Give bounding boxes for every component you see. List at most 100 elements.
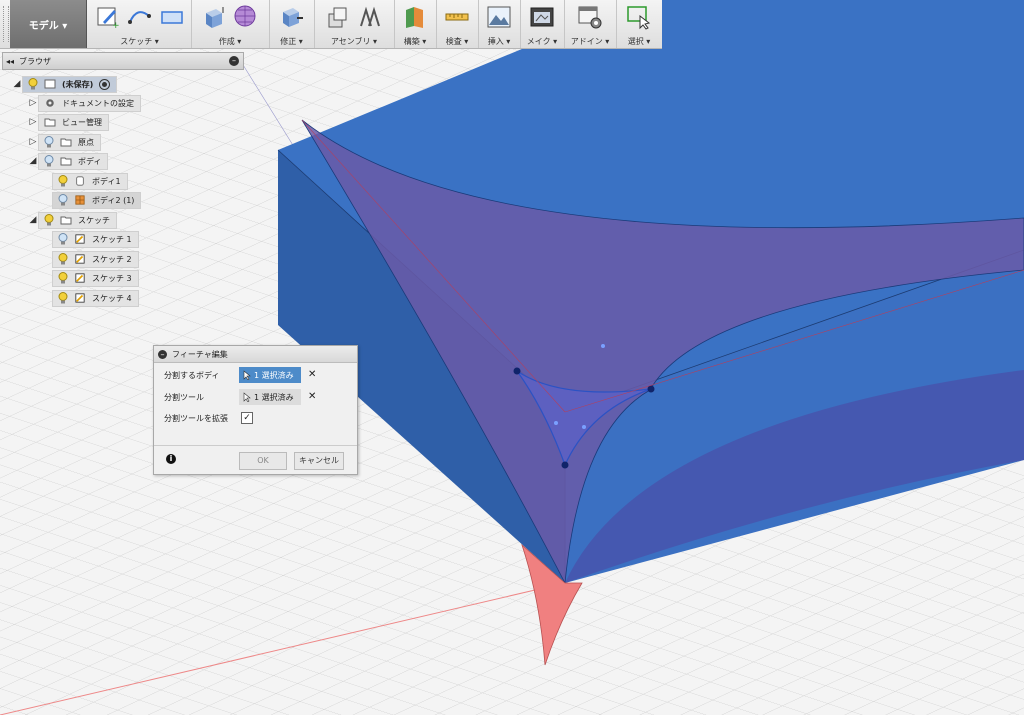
- visibility-bulb-icon[interactable]: [58, 233, 68, 245]
- browser-item-sketch2[interactable]: スケッチ 2: [52, 250, 139, 268]
- insert-menu[interactable]: 挿入 ▾: [478, 0, 521, 48]
- visibility-bulb-icon[interactable]: [58, 194, 68, 206]
- visibility-bulb-icon[interactable]: [58, 253, 68, 265]
- browser-item-label: スケッチ: [78, 215, 110, 225]
- browser-item-body1[interactable]: ボディ1: [52, 172, 128, 190]
- browser-item-label: ビュー管理: [62, 117, 102, 127]
- assemble-menu[interactable]: アセンブリ ▾: [314, 0, 395, 48]
- visibility-bulb-icon[interactable]: [44, 136, 54, 148]
- info-icon[interactable]: i: [166, 454, 176, 464]
- browser-item-bodies[interactable]: ◢ ボディ: [28, 152, 109, 170]
- toolbar-grip[interactable]: [3, 6, 9, 42]
- extrude-box-icon[interactable]: [201, 4, 227, 30]
- collapse-toggle-icon[interactable]: ◢: [28, 215, 38, 225]
- construction-plane-icon[interactable]: [402, 4, 428, 30]
- create-sketch-icon[interactable]: +: [95, 4, 121, 30]
- collapse-toggle-icon[interactable]: ◢: [12, 79, 22, 89]
- dialog-minimize-button[interactable]: –: [158, 349, 167, 359]
- modify-menu[interactable]: 修正 ▾: [269, 0, 315, 48]
- browser-item-sketch1[interactable]: スケッチ 1: [52, 230, 139, 248]
- active-component-radio[interactable]: [99, 78, 111, 90]
- browser-item-label: ドキュメントの設定: [62, 98, 134, 108]
- body-icon: [76, 176, 84, 186]
- body-to-split-selector[interactable]: 1 選択済み: [239, 367, 301, 383]
- browser-item-label: 原点: [78, 137, 94, 147]
- ok-button[interactable]: OK: [239, 452, 287, 470]
- extend-tool-checkbox[interactable]: ✓: [241, 412, 253, 424]
- browser-item-named-views[interactable]: ▷ ビュー管理: [28, 113, 109, 131]
- visibility-bulb-icon[interactable]: [44, 214, 54, 226]
- clear-body-selection-icon[interactable]: ✕: [308, 369, 316, 380]
- document-icon: [44, 79, 56, 89]
- expand-toggle-icon[interactable]: ▷: [28, 137, 38, 147]
- expand-toggle-icon[interactable]: ▷: [28, 98, 38, 108]
- folder-icon: [44, 118, 56, 127]
- minimize-panel-button[interactable]: –: [229, 56, 239, 66]
- sketch-icon: [75, 293, 85, 303]
- body-selection-count: 1 選択済み: [254, 370, 294, 380]
- browser-item-body2[interactable]: ボディ2 (1): [52, 191, 142, 209]
- browser-panel-header: ◂◂ ブラウザ –: [2, 52, 244, 70]
- scripts-addins-icon[interactable]: [577, 4, 603, 30]
- insert-image-icon[interactable]: [486, 4, 512, 30]
- browser-item-document-settings[interactable]: ▷ ドキュメントの設定: [28, 94, 141, 112]
- create-menu-label: 作成 ▾: [218, 37, 242, 46]
- addins-menu[interactable]: アドイン ▾: [564, 0, 617, 48]
- sketch-menu[interactable]: + スケッチ ▾: [88, 0, 192, 48]
- dialog-title-bar[interactable]: – フィーチャ編集: [154, 346, 357, 363]
- joint-icon[interactable]: [357, 4, 383, 30]
- make-3dprint-icon[interactable]: [529, 4, 555, 30]
- clear-tool-selection-icon[interactable]: ✕: [308, 391, 316, 402]
- cancel-button[interactable]: キャンセル: [294, 452, 344, 470]
- extend-tool-label: 分割ツールを拡張: [164, 414, 228, 423]
- browser-item-origin[interactable]: ▷ 原点: [28, 133, 101, 151]
- browser-item-sketches[interactable]: ◢ スケッチ: [28, 211, 117, 229]
- cursor-arrow-icon: [243, 392, 251, 402]
- select-window-icon[interactable]: [626, 4, 652, 30]
- tool-selection-count: 1 選択済み: [254, 392, 294, 402]
- browser-item-label: スケッチ 4: [92, 293, 132, 303]
- inspect-menu[interactable]: 検査 ▾: [436, 0, 479, 48]
- browser-item-label: ボディ: [78, 156, 102, 166]
- browser-root-node[interactable]: ◢ (未保存): [12, 75, 118, 93]
- select-menu[interactable]: 選択 ▾: [616, 0, 662, 48]
- visibility-bulb-icon[interactable]: [58, 272, 68, 284]
- visibility-bulb-icon[interactable]: [58, 175, 68, 187]
- expand-toggle-icon[interactable]: ▷: [28, 117, 38, 127]
- browser-item-label: ボディ1: [92, 176, 121, 186]
- folder-icon: [60, 216, 72, 225]
- collapse-panel-icon[interactable]: ◂◂: [3, 57, 17, 66]
- sketch-point[interactable]: [513, 367, 521, 375]
- make-menu[interactable]: メイク ▾: [520, 0, 565, 48]
- toolbar: モデル ▾ + スケッチ ▾ 作成 ▾ 修正 ▾ アセンブリ ▾ 構築 ▾ 検査…: [0, 0, 662, 49]
- workspace-mode-button[interactable]: モデル ▾: [10, 0, 87, 48]
- feature-edit-dialog: – フィーチャ編集 分割するボディ 1 選択済み ✕ 分割ツール 1 選択済み …: [153, 345, 358, 475]
- spline-icon[interactable]: [127, 4, 153, 30]
- folder-icon: [60, 138, 72, 147]
- press-pull-icon[interactable]: [279, 4, 305, 30]
- splitting-tool-selector[interactable]: 1 選択済み: [239, 389, 301, 405]
- browser-item-sketch4[interactable]: スケッチ 4: [52, 289, 139, 307]
- cursor-arrow-icon: [243, 370, 251, 380]
- form-grid-icon[interactable]: [233, 4, 259, 30]
- visibility-bulb-icon[interactable]: [44, 155, 54, 167]
- browser-item-sketch3[interactable]: スケッチ 3: [52, 269, 139, 287]
- sketch-icon: [75, 273, 85, 283]
- sketch-point[interactable]: [647, 385, 655, 393]
- browser-item-label: ボディ2 (1): [92, 195, 135, 205]
- visibility-bulb-icon[interactable]: [28, 78, 38, 90]
- visibility-bulb-icon[interactable]: [58, 292, 68, 304]
- sketch-point[interactable]: [561, 461, 569, 469]
- body-to-split-label: 分割するボディ: [164, 371, 220, 380]
- new-component-icon[interactable]: [325, 4, 351, 30]
- browser-item-label: スケッチ 2: [92, 254, 132, 264]
- measure-icon[interactable]: [444, 4, 470, 30]
- collapse-toggle-icon[interactable]: ◢: [28, 156, 38, 166]
- surface-body-icon: [75, 195, 85, 205]
- rectangle-icon[interactable]: [159, 4, 185, 30]
- svg-text:+: +: [112, 21, 120, 30]
- construct-menu[interactable]: 構築 ▾: [394, 0, 437, 48]
- gear-icon: [46, 99, 54, 107]
- create-menu[interactable]: 作成 ▾: [191, 0, 270, 48]
- assemble-menu-label: アセンブリ ▾: [330, 37, 378, 46]
